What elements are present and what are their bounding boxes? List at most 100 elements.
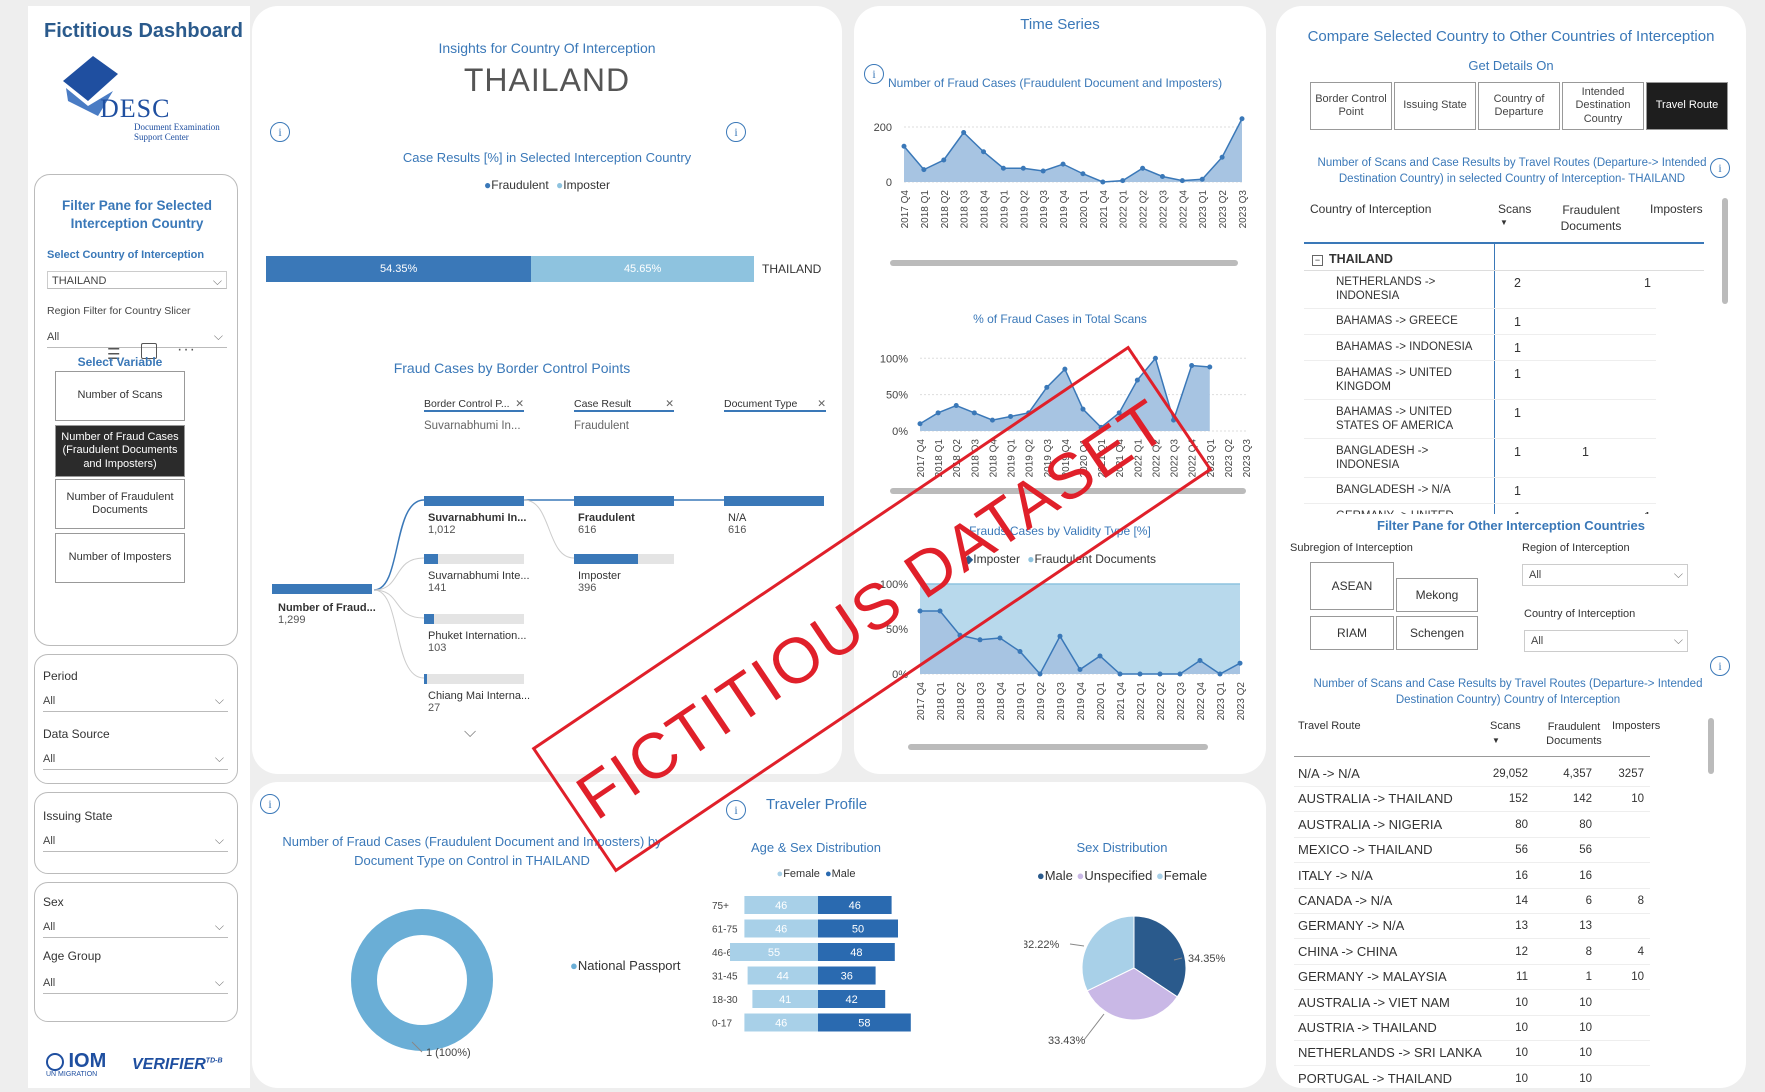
data-point <box>1179 178 1185 184</box>
variable-fraudulent-docs-button[interactable]: Number of Fraudulent Documents <box>55 479 185 529</box>
collapse-icon[interactable]: − <box>1312 255 1323 266</box>
tree-node-bar[interactable] <box>424 554 524 564</box>
table-row[interactable]: CHINA -> CHINA 12 8 4 <box>1294 940 1650 965</box>
table-row[interactable]: GERMANY -> MALAYSIA 11 1 10 <box>1294 965 1650 991</box>
table2-col-scans[interactable]: Scans <box>1490 720 1521 732</box>
scans-cell: 29,052 <box>1492 768 1528 780</box>
tree-node-bar-fill <box>424 674 427 684</box>
chevron-down-icon: ⌵ <box>214 751 224 765</box>
table-row[interactable]: BAHAMAS -> INDONESIA 1 <box>1304 337 1656 361</box>
female-value-label: 55 <box>768 947 780 959</box>
scrollbar[interactable] <box>1722 198 1728 304</box>
table-row[interactable]: ITALY -> N/A 16 16 <box>1294 864 1650 889</box>
table-row[interactable]: N/A -> N/A 29,052 4,357 3257 <box>1294 762 1650 787</box>
validity-type-area-chart[interactable]: 0% 50% 100% 2017 Q4 2018 Q1 2018 Q2 2018 Q3 201… <box>854 572 1266 762</box>
table-row[interactable]: BAHAMAS -> GREECE 1 <box>1304 311 1656 335</box>
country-select[interactable]: All ⌵ <box>1524 630 1688 652</box>
fraud-pct-area-chart[interactable]: 0% 50% 100% 2017 Q4 2018 Q1 2018 Q2 2018 Q3 201… <box>854 331 1266 501</box>
data-source-select[interactable]: All ⌵ <box>43 751 228 770</box>
table-row[interactable]: BANGLADESH -> N/A 1 <box>1304 480 1656 504</box>
sex-pie-chart[interactable]: 34.35% 33.43% 32.22% <box>1024 890 1264 1050</box>
expand-chevron-icon[interactable]: ⌵ <box>464 724 476 742</box>
table2-col-imposters[interactable]: Imposters <box>1612 720 1660 732</box>
info-icon[interactable]: i <box>864 64 884 84</box>
info-icon[interactable]: i <box>1710 656 1730 676</box>
table2-col-route[interactable]: Travel Route <box>1298 720 1361 732</box>
tab-border-control-point[interactable]: Border Control Point <box>1310 82 1392 130</box>
age-sex-bar-chart[interactable]: 75+ 46 4661-75 46 5046-60 55 4831-45 44 3618-30 4… <box>712 886 972 1046</box>
info-icon[interactable]: i <box>1710 158 1730 178</box>
variable-imposters-button[interactable]: Number of Imposters <box>55 533 185 583</box>
table-row[interactable]: BANGLADESH -> INDONESIA 1 1 <box>1304 441 1656 478</box>
group-row[interactable]: − THAILAND <box>1304 248 1704 271</box>
tree-node-bar[interactable] <box>724 496 824 506</box>
x-tick-label: 2022 Q2 <box>1151 439 1162 478</box>
fraud-cases-area-chart[interactable]: 0 200 2017 Q4 2018 Q1 2018 Q2 2018 Q3 2018 Q4 2… <box>854 106 1266 276</box>
tree-node-value: 141 <box>428 582 447 594</box>
table1-col-country[interactable]: Country of Interception <box>1310 202 1431 216</box>
tree-root-bar[interactable] <box>272 584 372 594</box>
info-icon[interactable]: i <box>260 794 280 814</box>
table-row[interactable]: NETHERLANDS -> SRI LANKA 10 10 <box>1294 1041 1650 1067</box>
table-row[interactable]: NETHERLANDS -> INDONESIA 2 1 <box>1304 272 1656 309</box>
subregion-riam-button[interactable]: RIAM <box>1310 616 1394 650</box>
info-icon[interactable]: i <box>726 800 746 820</box>
table-row[interactable]: PORTUGAL -> THAILAND 10 10 <box>1294 1067 1650 1088</box>
tree-node-bar-fill <box>424 554 438 564</box>
table-row[interactable]: GERMANY -> N/A 13 13 <box>1294 914 1650 940</box>
scrollbar[interactable] <box>1708 718 1714 774</box>
x-tick-label: 2018 Q4 <box>980 190 991 229</box>
scrollbar[interactable] <box>890 488 1246 494</box>
x-tick-label: 2019 Q4 <box>1061 439 1072 478</box>
scans-cell: 13 <box>1515 920 1528 933</box>
country-select[interactable]: THAILAND ⌵ <box>47 271 227 289</box>
table-row[interactable]: AUSTRALIA -> THAILAND 152 142 10 <box>1294 787 1650 813</box>
tab-country-of-departure[interactable]: Country of Departure <box>1478 82 1560 130</box>
tree-node-bar[interactable] <box>424 614 524 624</box>
table-row[interactable]: BAHAMAS -> UNITED STATES OF AMERICA 1 <box>1304 402 1656 439</box>
route-cell: AUSTRIA -> THAILAND <box>1298 1020 1437 1035</box>
tab-issuing-state[interactable]: Issuing State <box>1394 82 1476 130</box>
region-slicer[interactable]: All ⌵ <box>47 329 227 348</box>
subregion-asean-button[interactable]: ASEAN <box>1310 562 1394 610</box>
variable-fraud-cases-button[interactable]: Number of Fraud Cases (Fraudulent Docume… <box>55 425 185 477</box>
x-tick-label: 2018 Q3 <box>970 439 981 478</box>
region-select[interactable]: All ⌵ <box>1522 564 1688 586</box>
tree-node-bar[interactable] <box>424 496 524 506</box>
x-tick-label: 2021 Q4 <box>1116 682 1127 721</box>
table-row[interactable]: AUSTRIA -> THAILAND 10 10 <box>1294 1016 1650 1041</box>
table1-col-fraud[interactable]: Fraudulent Documents <box>1556 202 1626 234</box>
age-group-select[interactable]: All ⌵ <box>43 975 228 994</box>
scrollbar[interactable] <box>890 260 1238 266</box>
variable-scans-button[interactable]: Number of Scans <box>55 371 185 421</box>
tab-travel-route[interactable]: Travel Route <box>1646 82 1728 130</box>
tree-node-bar[interactable] <box>424 674 524 684</box>
table-row[interactable]: GERMANY -> UNITED 1 1 <box>1304 506 1656 514</box>
issuing-state-select[interactable]: All ⌵ <box>43 833 228 852</box>
table-row[interactable]: BAHAMAS -> UNITED KINGDOM 1 <box>1304 363 1656 400</box>
sex-select[interactable]: All ⌵ <box>43 919 228 938</box>
scrollbar[interactable] <box>908 744 1208 750</box>
table-row[interactable]: CANADA -> N/A 14 6 8 <box>1294 889 1650 914</box>
table-row[interactable]: MEXICO -> THAILAND 56 56 <box>1294 838 1650 864</box>
doc-type-donut-chart[interactable]: 1 (100%) <box>312 892 532 1072</box>
subregion-schengen-button[interactable]: Schengen <box>1396 616 1478 650</box>
table-row[interactable]: AUSTRALIA -> VIET NAM 10 10 <box>1294 991 1650 1016</box>
age-title: Age & Sex Distribution <box>750 840 882 855</box>
subregion-mekong-button[interactable]: Mekong <box>1396 578 1478 612</box>
table1-col-imposters[interactable]: Imposters <box>1650 202 1703 216</box>
y-tick-label: 50% <box>886 390 908 402</box>
table2-col-fraud[interactable]: Fraudulent Documents <box>1542 720 1606 748</box>
group-row-label: THAILAND <box>1329 252 1393 266</box>
period-select[interactable]: All ⌵ <box>43 693 228 712</box>
legend-imposter-marker: ◆ <box>964 552 974 566</box>
table1-col-scans[interactable]: Scans <box>1498 202 1531 216</box>
x-tick-label: 2018 Q1 <box>920 190 931 229</box>
table-row[interactable]: AUSTRALIA -> NIGERIA 80 80 <box>1294 813 1650 838</box>
tree-node-bar[interactable] <box>574 496 674 506</box>
tree-node-value: 27 <box>428 702 441 714</box>
filter-pane-title: Filter Pane for Selected Interception Co… <box>61 198 213 231</box>
x-tick-label: 2022 Q2 <box>1139 190 1150 229</box>
tree-node-bar[interactable] <box>574 554 674 564</box>
tab-intended-destination[interactable]: Intended Destination Country <box>1562 82 1644 130</box>
